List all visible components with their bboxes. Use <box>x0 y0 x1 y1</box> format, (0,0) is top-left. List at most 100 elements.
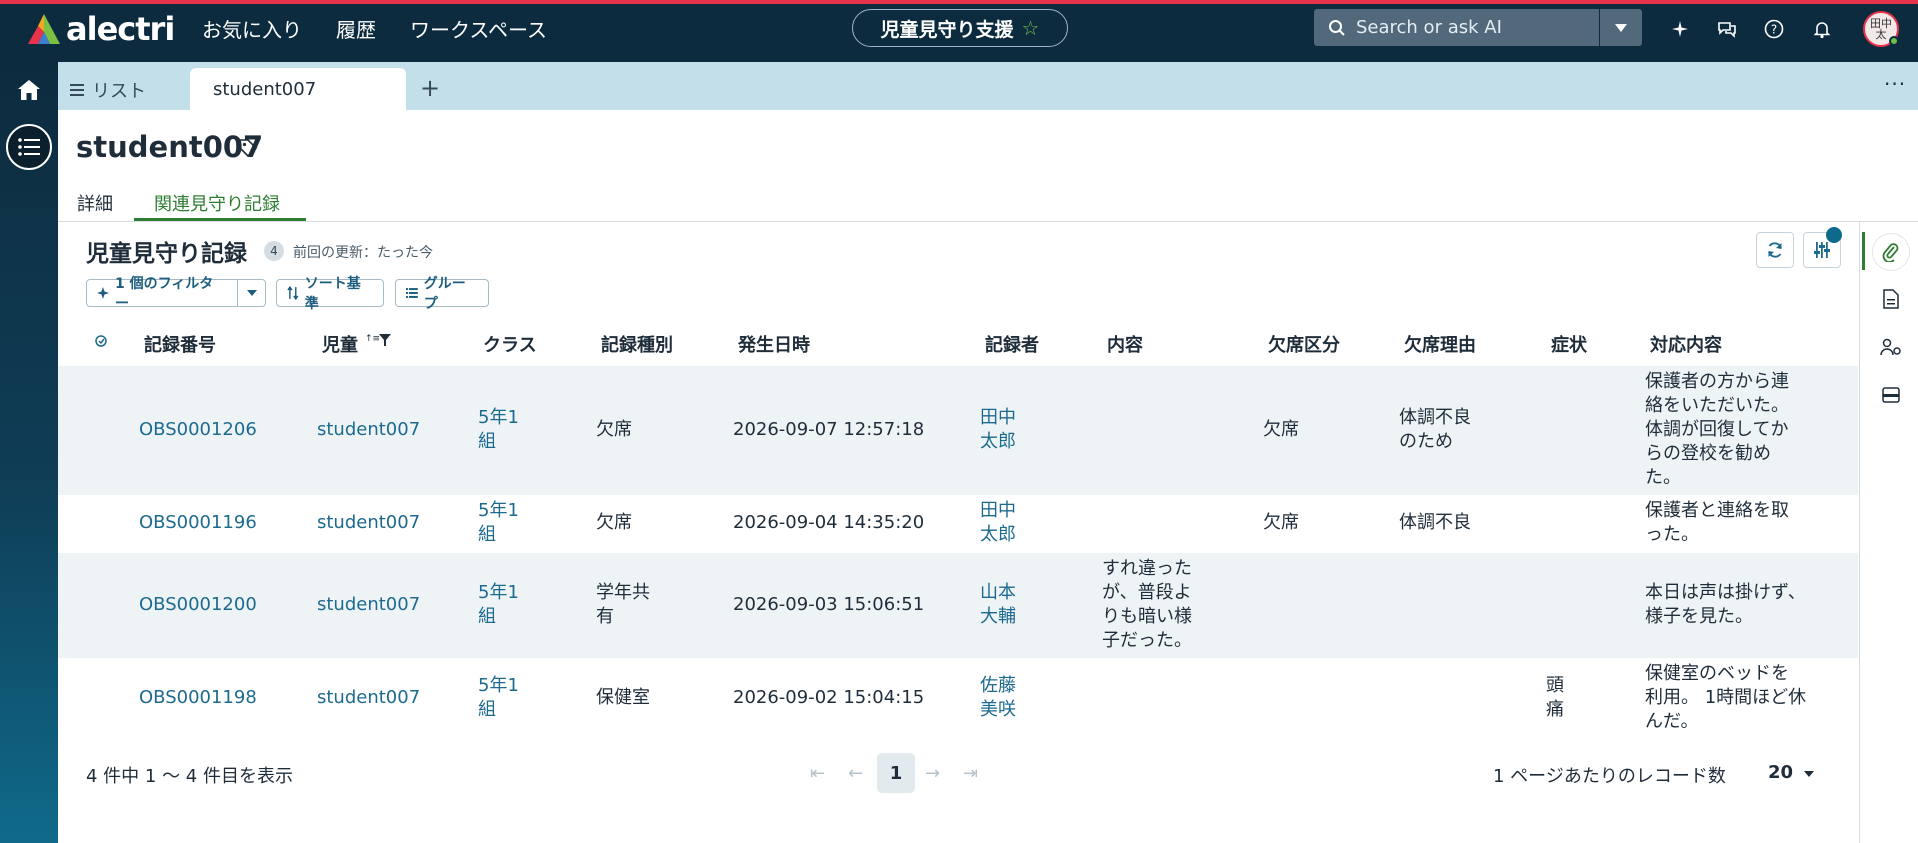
page-1-button[interactable]: 1 <box>877 753 915 793</box>
recorder-link[interactable]: 田中 太郎 <box>980 406 1016 454</box>
notifications-bell-icon[interactable] <box>1811 18 1833 40</box>
users-settings-icon[interactable] <box>1878 334 1904 360</box>
occurred-datetime: 2026-09-07 12:57:18 <box>733 419 925 440</box>
absence-reason: 体調不良 <box>1399 512 1471 533</box>
column-header-record-number[interactable]: 記録番号 <box>144 331 216 357</box>
help-icon[interactable]: ? <box>1763 18 1785 40</box>
child-link[interactable]: student007 <box>317 418 420 442</box>
tab-student-record-label: student007 <box>213 78 317 100</box>
recorder-link[interactable]: 佐藤 美咲 <box>980 674 1016 722</box>
absence-reason: 体調不良 のため <box>1399 407 1471 452</box>
tab-list[interactable]: リスト <box>70 77 146 103</box>
nav-workspace[interactable]: ワークスペース <box>410 14 547 43</box>
column-header-content[interactable]: 内容 <box>1107 331 1143 357</box>
settings-notification-dot <box>1826 227 1842 243</box>
brand-logo[interactable]: alectri <box>26 10 175 48</box>
absence-type: 欠席 <box>1263 419 1299 440</box>
search-scope-dropdown[interactable] <box>1600 9 1642 46</box>
app-name-pill[interactable]: 児童見守り支援 ☆ <box>852 9 1068 47</box>
tab-details[interactable]: 詳細 <box>77 190 113 216</box>
column-header-child[interactable]: 児童 <box>322 331 358 357</box>
row-selector-icon[interactable] <box>94 334 110 354</box>
last-page-icon[interactable]: ⇥ <box>963 763 978 784</box>
record-number-link[interactable]: OBS0001200 <box>139 593 257 617</box>
hamburger-icon <box>70 84 84 96</box>
column-header-datetime[interactable]: 発生日時 <box>738 331 810 357</box>
group-chip-label: グループ <box>423 276 466 312</box>
group-list-icon <box>406 288 418 298</box>
sort-chip[interactable]: ソート基準 <box>276 276 384 312</box>
attachment-paperclip-icon[interactable] <box>1873 234 1909 270</box>
svg-text:↑≡: ↑≡ <box>365 334 380 344</box>
header-divider <box>58 221 1918 222</box>
app-name: 児童見守り支援 <box>880 18 1014 41</box>
record-type: 保健室 <box>596 687 650 708</box>
class-link[interactable]: 5年1 組 <box>478 581 519 629</box>
next-page-icon[interactable]: → <box>925 763 940 784</box>
column-header-symptom[interactable]: 症状 <box>1551 331 1587 357</box>
column-header-response[interactable]: 対応内容 <box>1650 331 1722 357</box>
refresh-button[interactable] <box>1756 232 1794 268</box>
tab-related-records[interactable]: 関連見守り記録 <box>154 190 280 216</box>
chevron-down-icon <box>1804 771 1815 777</box>
column-header-record-type[interactable]: 記録種別 <box>601 331 673 357</box>
table-row[interactable]: OBS0001198 student007 5年1 組 保健室 2026-09-… <box>58 658 1858 740</box>
group-chip[interactable]: グループ <box>395 276 489 312</box>
online-status-indicator <box>1889 36 1899 46</box>
column-header-absence-reason[interactable]: 欠席理由 <box>1404 331 1476 357</box>
tag-icon[interactable] <box>238 138 258 162</box>
column-header-class[interactable]: クラス <box>483 331 537 357</box>
records-per-page-value: 20 <box>1768 762 1794 783</box>
class-link[interactable]: 5年1 組 <box>478 674 519 722</box>
more-options-icon[interactable]: ··· <box>1884 72 1906 96</box>
nav-history[interactable]: 履歴 <box>336 14 376 43</box>
brand-name: alectri <box>66 10 175 48</box>
first-page-icon[interactable]: ⇤ <box>810 763 825 784</box>
record-type: 学年共 有 <box>596 582 650 627</box>
child-link[interactable]: student007 <box>317 511 420 535</box>
table-row[interactable]: OBS0001196 student007 5年1 組 欠席 2026-09-0… <box>58 495 1858 553</box>
filter-chip[interactable]: 1 個のフィルター <box>86 276 238 312</box>
class-link[interactable]: 5年1 組 <box>478 499 519 547</box>
add-tab-button[interactable]: + <box>420 74 440 102</box>
right-rail-active-indicator <box>1862 232 1865 270</box>
records-per-page-label: 1 ページあたりのレコード数 <box>1493 766 1726 787</box>
table-row[interactable]: OBS0001200 student007 5年1 組 学年共 有 2026-0… <box>58 553 1858 658</box>
response-text: 保護者と連絡を取 った。 <box>1645 500 1789 545</box>
chevron-down-icon <box>246 290 257 296</box>
avatar-initials: 田中 太 <box>1870 17 1892 41</box>
brand-mark-icon <box>28 14 60 44</box>
record-number-link[interactable]: OBS0001206 <box>139 418 257 442</box>
tab-student-record[interactable]: student007 <box>190 68 406 110</box>
ai-sparkle-icon[interactable] <box>1669 18 1691 40</box>
card-reader-icon[interactable] <box>1878 382 1904 408</box>
records-per-page-select[interactable]: 20 <box>1768 762 1815 783</box>
child-link[interactable]: student007 <box>317 593 420 617</box>
column-header-recorder[interactable]: 記録者 <box>985 331 1039 357</box>
filter-chip-label: 1 個のフィルター <box>114 276 214 312</box>
search-input[interactable] <box>1356 17 1576 38</box>
chevron-down-icon <box>1615 23 1627 32</box>
sort-filter-icon[interactable]: ↑≡ <box>365 332 393 352</box>
record-number-link[interactable]: OBS0001196 <box>139 511 257 535</box>
chat-icon[interactable] <box>1716 18 1738 40</box>
recorder-link[interactable]: 山本 大輔 <box>980 581 1016 629</box>
previous-page-icon[interactable]: ← <box>848 763 863 784</box>
table-row[interactable]: OBS0001206 student007 5年1 組 欠席 2026-09-0… <box>58 366 1858 495</box>
column-header-absence-type[interactable]: 欠席区分 <box>1268 331 1340 357</box>
absence-type: 欠席 <box>1263 512 1299 533</box>
nav-favorites[interactable]: お気に入り <box>202 14 302 43</box>
filter-dropdown-button[interactable] <box>237 279 266 307</box>
record-number-link[interactable]: OBS0001198 <box>139 686 257 710</box>
favorite-star-icon[interactable]: ☆ <box>1022 16 1040 40</box>
class-link[interactable]: 5年1 組 <box>478 406 519 454</box>
recorder-link[interactable]: 田中 太郎 <box>980 499 1016 547</box>
pagination-summary: 4 件中 1 〜 4 件目を表示 <box>86 766 293 787</box>
document-icon[interactable] <box>1878 286 1904 312</box>
home-icon[interactable] <box>16 78 42 106</box>
child-link[interactable]: student007 <box>317 686 420 710</box>
svg-text:?: ? <box>1771 23 1777 37</box>
list-menu-icon[interactable] <box>6 124 52 170</box>
content-text: すれ違った が、普段よ りも暗い様 子だった。 <box>1102 558 1192 651</box>
occurred-datetime: 2026-09-03 15:06:51 <box>733 594 925 615</box>
